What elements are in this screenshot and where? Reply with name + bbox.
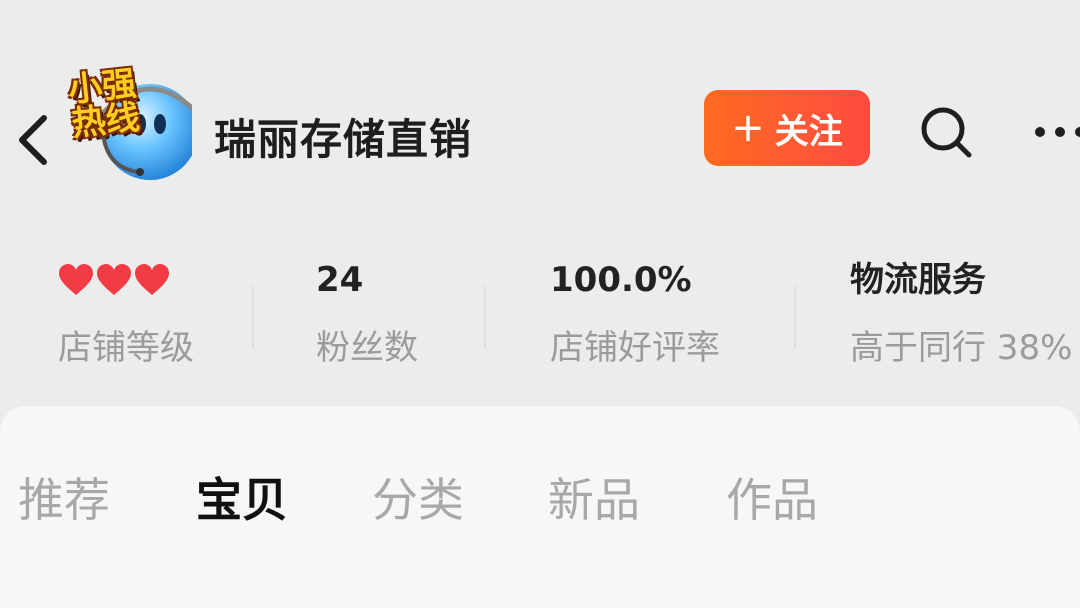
- stat-shop-level[interactable]: 店铺等级: [58, 250, 194, 378]
- shop-level-hearts: [58, 250, 194, 310]
- follow-button[interactable]: + 关注: [704, 90, 870, 166]
- avatar-logo-text: 小强 热线: [66, 63, 142, 145]
- stat-value: 物流服务: [850, 260, 986, 300]
- heart-icon: [135, 264, 169, 295]
- stat-label: 店铺好评率: [550, 328, 720, 368]
- shop-stats: 店铺等级 24 粉丝数 100.0% 店铺好评率 物流服务 高于同行 38%: [0, 250, 1080, 380]
- stat-label: 店铺等级: [58, 328, 194, 368]
- plus-icon: +: [731, 105, 765, 151]
- stat-logistics[interactable]: 物流服务 高于同行 38%: [850, 250, 1072, 378]
- content-panel: 推荐 宝贝 分类 新品 作品: [0, 406, 1080, 608]
- shop-header: 小强 热线 瑞丽存储直销 + 关注: [0, 0, 1080, 220]
- tab-categories[interactable]: 分类: [372, 464, 464, 530]
- stat-fans[interactable]: 24 粉丝数: [316, 250, 418, 378]
- stat-divider: [484, 286, 486, 348]
- stat-value: 100.0%: [550, 260, 692, 300]
- follow-button-label: 关注: [774, 111, 843, 152]
- tab-works[interactable]: 作品: [726, 464, 818, 530]
- stat-label: 粉丝数: [316, 328, 418, 368]
- heart-icon: [97, 264, 131, 295]
- stat-divider: [252, 286, 254, 348]
- back-arrow-icon[interactable]: [14, 112, 54, 168]
- stat-positive-rate[interactable]: 100.0% 店铺好评率: [550, 250, 720, 378]
- stat-value: 24: [316, 260, 364, 300]
- stat-label: 高于同行 38%: [850, 328, 1073, 368]
- more-icon[interactable]: [1030, 110, 1080, 154]
- shop-avatar[interactable]: 小强 热线: [52, 44, 200, 194]
- search-icon[interactable]: [916, 104, 978, 160]
- tab-new-arrivals[interactable]: 新品: [548, 464, 640, 530]
- stat-divider: [794, 286, 796, 348]
- heart-icon: [59, 264, 93, 295]
- tab-items[interactable]: 宝贝: [196, 464, 288, 530]
- shop-name: 瑞丽存储直销: [214, 115, 473, 164]
- tab-recommend[interactable]: 推荐: [18, 464, 110, 530]
